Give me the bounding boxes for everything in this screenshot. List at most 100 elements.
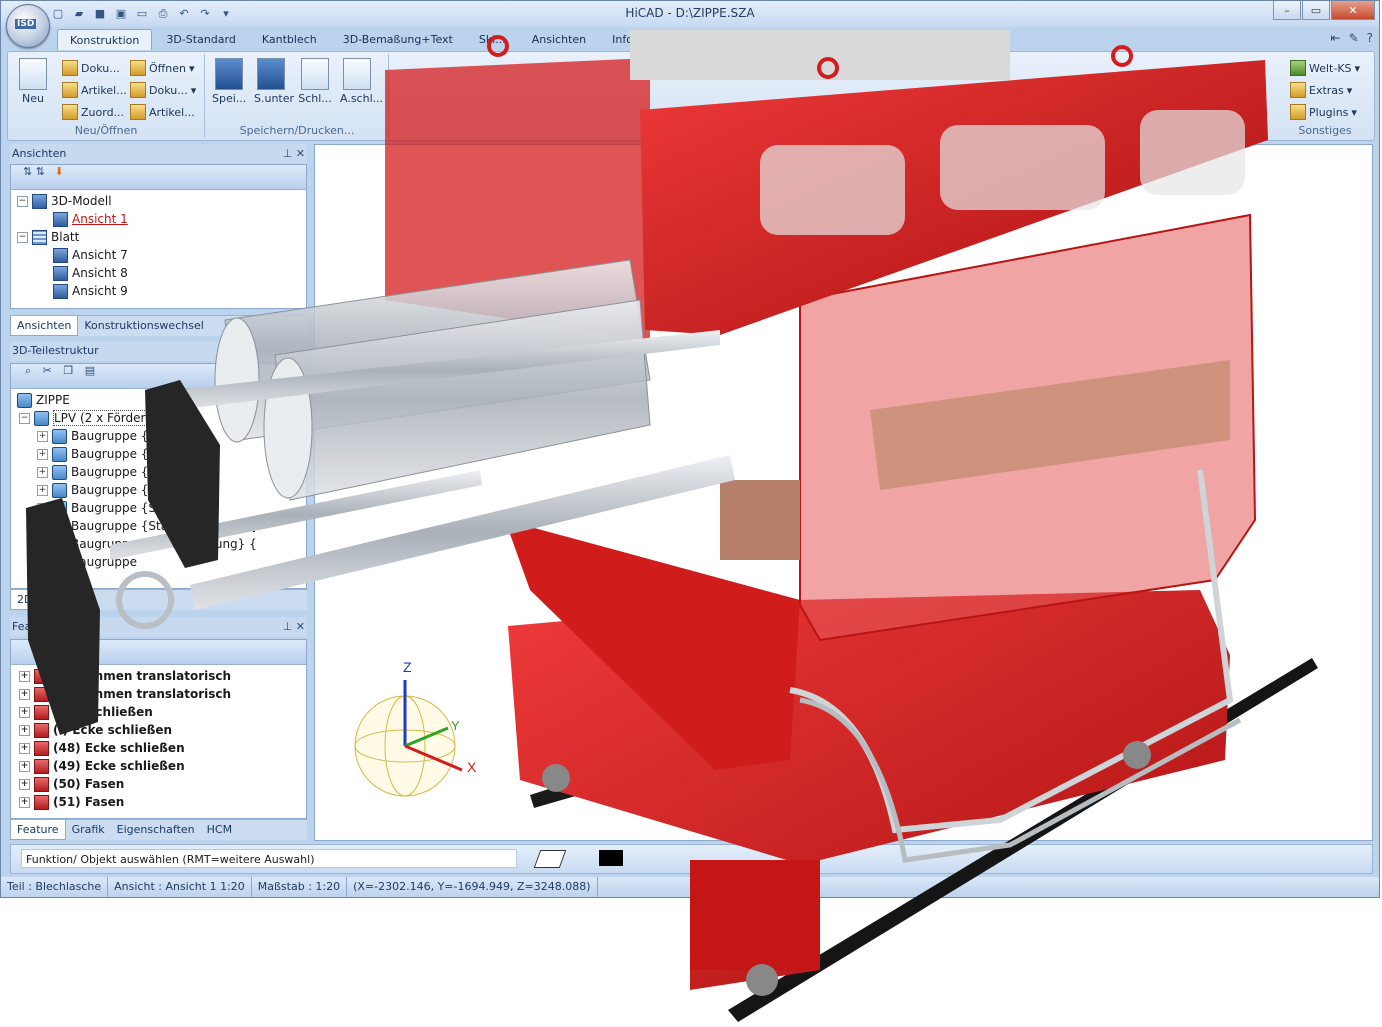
tree-item-lpv[interactable]: − LPV (2 x Förderr (19, 409, 152, 427)
feature-tabs: Feature Grafik Eigenschaften HCM (10, 819, 307, 840)
tab-eigenschaften[interactable]: Eigenschaften (111, 820, 201, 840)
expand-icon[interactable]: + (19, 760, 30, 772)
feature-item[interactable]: + (50) Fasen (19, 775, 124, 793)
zuord-button[interactable]: Zuord... (62, 102, 124, 122)
expand-icon[interactable]: + (37, 448, 48, 460)
schliessen-button[interactable]: Schl... (298, 58, 332, 105)
collapse-icon[interactable]: − (17, 231, 28, 243)
expand-icon[interactable]: + (19, 778, 30, 790)
search-icon[interactable]: ⌕ (25, 364, 31, 377)
collapse-icon[interactable]: − (19, 412, 30, 424)
expand-icon[interactable]: + (37, 484, 48, 496)
oeffnen-button[interactable]: Öffnen ▾ (130, 58, 194, 78)
close-button[interactable]: ✕ (1331, 1, 1375, 20)
tab-grafik[interactable]: Grafik (66, 820, 111, 840)
plane-icon[interactable] (533, 850, 567, 868)
artikel-button-1[interactable]: Artikel... (62, 80, 127, 100)
extras-icon (1290, 82, 1306, 98)
tree-item-zippe[interactable]: ZIPPE (17, 391, 70, 409)
pin-icon[interactable]: ⇤ (1331, 31, 1341, 45)
tree-item-baugruppe-7[interactable]: + Baugruppe {Stang tätigung} { (37, 535, 257, 553)
tree-item-baugruppe-6[interactable]: + Baugruppe {Stan etätigung} { (37, 517, 257, 535)
tree-item-3d-modell[interactable]: − 3D-Modell (17, 192, 112, 210)
extras-button[interactable]: Extras ▾ (1290, 80, 1352, 100)
tree-item-ansicht-9[interactable]: Ansicht 9 (53, 282, 128, 300)
title-bar: ▢ ▰ ■ ▣ ▭ ⎙ ↶ ↷ ▾ HiCAD - D:\ZIPPE.SZA –… (1, 1, 1379, 27)
expand-icon[interactable]: + (37, 520, 48, 532)
alle-schliessen-button[interactable]: A.schl... (340, 58, 383, 105)
tree-item-baugruppe-3[interactable]: + Baugruppe {P (37, 463, 156, 481)
3d-viewport[interactable] (314, 144, 1373, 841)
tree-item-baugruppe-8[interactable]: + Baugruppe (37, 553, 137, 571)
tree-item-baugruppe-5[interactable]: + Baugruppe {Sch (37, 499, 170, 517)
command-prompt[interactable]: Funktion/ Objekt auswählen (RMT=weitere … (21, 849, 517, 868)
speichern-button[interactable]: Spei... (212, 58, 246, 105)
tab-kantblech[interactable]: Kantblech (250, 29, 329, 50)
expand-icon[interactable]: + (19, 742, 30, 754)
tree-item-ansicht-1[interactable]: Ansicht 1 (53, 210, 128, 228)
paste-icon[interactable]: ▤ (85, 364, 95, 377)
copy-icon[interactable]: ❐ (63, 364, 73, 377)
expand-icon[interactable]: + (19, 670, 30, 682)
arrow-down-icon[interactable]: ⬇ (54, 165, 63, 178)
plugins-button[interactable]: Plugins ▾ (1290, 102, 1357, 122)
scissors-icon[interactable]: ✂ (43, 364, 52, 377)
welt-ks-button[interactable]: Welt-KS ▾ (1290, 58, 1360, 78)
expand-icon[interactable]: + (37, 430, 48, 442)
tab-konstruktionswechsel[interactable]: Konstruktionswechsel (78, 316, 209, 336)
view-icon (53, 247, 68, 263)
doku-button-1[interactable]: Doku... (62, 58, 120, 78)
feature-label: (49) Ecke schließen (53, 759, 185, 773)
pin-close-icon[interactable]: ⊥ ✕ (283, 144, 305, 164)
tree-item-baugruppe-1[interactable]: + Baugruppe { (37, 427, 148, 445)
tree-item-baugruppe-2[interactable]: + Baugruppe {F n} {} (37, 445, 193, 463)
expand-icon[interactable]: + (37, 502, 48, 514)
tab-information[interactable]: Information (600, 29, 688, 50)
collapse-icon[interactable]: − (17, 195, 28, 207)
article-icon (130, 104, 146, 120)
application-button[interactable]: ISD (6, 4, 50, 48)
feature-item[interactable]: + Ecke schließen (19, 703, 153, 721)
artikel-button-2[interactable]: Artikel... (130, 102, 195, 122)
expand-icon[interactable]: + (37, 556, 48, 568)
tab-3d-standard[interactable]: 3D-Standard (154, 29, 247, 50)
tab-2d[interactable]: 2D (10, 590, 40, 610)
coordinate-system-icon (1290, 60, 1306, 76)
tree-item-baugruppe-4[interactable]: + Baugruppe {Ele (37, 481, 167, 499)
tab-feature[interactable]: Feature (10, 820, 66, 840)
tab-3d-bemassung[interactable]: 3D-Bemaßung+Text (331, 29, 465, 50)
expand-icon[interactable]: + (19, 688, 30, 700)
maximize-button[interactable]: ▭ (1302, 1, 1330, 20)
tree-item-blatt[interactable]: − Blatt (17, 228, 79, 246)
expand-icon[interactable]: + (37, 466, 48, 478)
feature-item[interactable]: + Ausnehmen translatorisch (19, 667, 231, 685)
help-icon[interactable]: ? (1367, 31, 1373, 45)
dropdown-arrow-icon: ▾ (1354, 61, 1361, 75)
sort-icon[interactable]: ⇅ ⇅ (23, 165, 45, 178)
feature-item[interactable]: + ( ) Ecke schließen (19, 721, 172, 739)
tab-konstruktion[interactable]: Konstruktion (57, 29, 153, 50)
color-swatch[interactable] (599, 850, 623, 866)
tab-hcm[interactable]: HCM (201, 820, 238, 840)
feature-item[interactable]: + Ausnehmen translatorisch (19, 685, 231, 703)
feature-item[interactable]: + (51) Fasen (19, 793, 124, 811)
tab-ansichten[interactable]: Ansichten (520, 29, 598, 50)
feature-item[interactable]: + (48) Ecke schließen (19, 739, 185, 757)
tab-helios[interactable]: HELiOS (690, 29, 754, 50)
expand-icon[interactable]: + (19, 796, 30, 808)
feature-item[interactable]: + (49) Ecke schließen (19, 757, 185, 775)
tab-skizze[interactable]: Ski... (467, 29, 518, 50)
neu-button[interactable]: Neu (16, 58, 50, 105)
tab-ansichten-panel[interactable]: Ansichten (10, 316, 79, 336)
edit-icon[interactable]: ✎ (1349, 31, 1359, 45)
tree-item-ansicht-8[interactable]: Ansicht 8 (53, 264, 128, 282)
pin-close-icon[interactable]: ⊥ ✕ (283, 617, 305, 637)
doku-button-2[interactable]: Doku... ▾ (130, 80, 196, 100)
oeffnen-label: Öffnen (149, 61, 186, 75)
tree-item-ansicht-7[interactable]: Ansicht 7 (53, 246, 128, 264)
expand-icon[interactable]: + (37, 538, 48, 550)
expand-icon[interactable]: + (19, 724, 30, 736)
expand-icon[interactable]: + (19, 706, 30, 718)
speichern-unter-button[interactable]: S.unter (254, 58, 294, 105)
minimize-button[interactable]: – (1273, 1, 1301, 20)
